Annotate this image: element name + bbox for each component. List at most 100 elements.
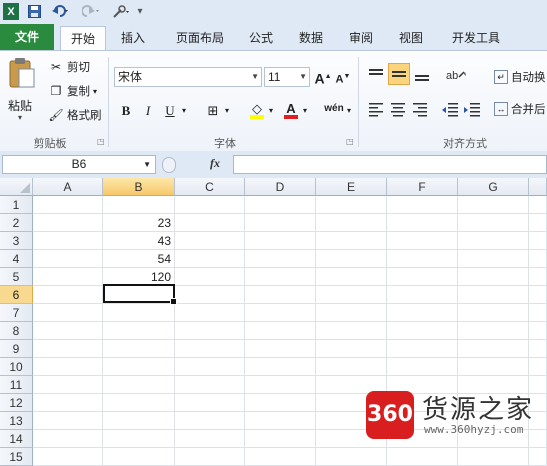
cell-f1[interactable]: [387, 196, 458, 214]
font-launcher-icon[interactable]: ◳: [346, 137, 354, 146]
cell-g2[interactable]: [458, 214, 529, 232]
cell-c13[interactable]: [175, 412, 245, 430]
row-header[interactable]: 6: [0, 286, 33, 304]
cell-a7[interactable]: [33, 304, 103, 322]
cell-d1[interactable]: [245, 196, 316, 214]
wrap-text-button[interactable]: ↵ 自动换: [494, 67, 546, 87]
cell-d6[interactable]: [245, 286, 316, 304]
bold-button[interactable]: B: [117, 101, 135, 121]
cell-e7[interactable]: [316, 304, 387, 322]
cell-a12[interactable]: [33, 394, 103, 412]
cell-f9[interactable]: [387, 340, 458, 358]
align-middle-button[interactable]: [388, 63, 410, 85]
cell-e5[interactable]: [316, 268, 387, 286]
tab-file[interactable]: 文件: [0, 24, 54, 50]
cell-c8[interactable]: [175, 322, 245, 340]
cell-b1[interactable]: [103, 196, 175, 214]
cell-g10[interactable]: [458, 358, 529, 376]
name-box[interactable]: B6 ▼: [2, 155, 156, 174]
fill-color-button[interactable]: ◇: [248, 99, 266, 119]
tab-review[interactable]: 审阅: [340, 26, 382, 50]
cell-c4[interactable]: [175, 250, 245, 268]
cell-g5[interactable]: [458, 268, 529, 286]
cell-e4[interactable]: [316, 250, 387, 268]
cell-d12[interactable]: [245, 394, 316, 412]
cell[interactable]: [529, 286, 547, 304]
fill-handle[interactable]: [170, 298, 177, 305]
cell-f7[interactable]: [387, 304, 458, 322]
chevron-down-icon[interactable]: ▾: [344, 101, 354, 121]
chevron-down-icon[interactable]: ▾: [222, 101, 232, 121]
align-left-button[interactable]: [366, 99, 386, 119]
cell-f6[interactable]: [387, 286, 458, 304]
font-name-select[interactable]: 宋体 ▼: [114, 67, 262, 87]
increase-indent-button[interactable]: [462, 99, 482, 119]
cell-e3[interactable]: [316, 232, 387, 250]
cell-a10[interactable]: [33, 358, 103, 376]
insert-function-button[interactable]: fx: [210, 156, 220, 171]
row-header[interactable]: 7: [0, 304, 33, 322]
row-header[interactable]: 15: [0, 448, 33, 466]
cell-c10[interactable]: [175, 358, 245, 376]
row-header[interactable]: 14: [0, 430, 33, 448]
cell-g3[interactable]: [458, 232, 529, 250]
cell-f3[interactable]: [387, 232, 458, 250]
cell-c2[interactable]: [175, 214, 245, 232]
tab-view[interactable]: 视图: [390, 26, 432, 50]
cell-a13[interactable]: [33, 412, 103, 430]
italic-button[interactable]: I: [139, 101, 157, 121]
cell-b13[interactable]: [103, 412, 175, 430]
tab-page-layout[interactable]: 页面布局: [164, 26, 236, 50]
font-size-select[interactable]: 11 ▼: [264, 67, 310, 87]
phonetic-button[interactable]: wén: [322, 99, 346, 119]
customize-icon[interactable]: [110, 3, 132, 20]
row-header[interactable]: 9: [0, 340, 33, 358]
cell[interactable]: [529, 322, 547, 340]
cell[interactable]: [529, 214, 547, 232]
cell-g7[interactable]: [458, 304, 529, 322]
cell-g1[interactable]: [458, 196, 529, 214]
cell[interactable]: [529, 340, 547, 358]
cell-b9[interactable]: [103, 340, 175, 358]
cell-a1[interactable]: [33, 196, 103, 214]
cell-c7[interactable]: [175, 304, 245, 322]
cell-b3[interactable]: 43: [103, 232, 175, 250]
cell-b4[interactable]: 54: [103, 250, 175, 268]
cell-b12[interactable]: [103, 394, 175, 412]
format-painter-button[interactable]: 🖌 格式刷: [48, 105, 101, 125]
cell-g8[interactable]: [458, 322, 529, 340]
cell-a14[interactable]: [33, 430, 103, 448]
cell-c1[interactable]: [175, 196, 245, 214]
cell-e10[interactable]: [316, 358, 387, 376]
cell-g9[interactable]: [458, 340, 529, 358]
cell-c3[interactable]: [175, 232, 245, 250]
chevron-down-icon[interactable]: ▾: [300, 101, 310, 121]
cell-e1[interactable]: [316, 196, 387, 214]
row-header[interactable]: 2: [0, 214, 33, 232]
column-header[interactable]: A: [33, 178, 103, 196]
tab-insert[interactable]: 插入: [112, 26, 154, 50]
cell-g4[interactable]: [458, 250, 529, 268]
row-header[interactable]: 10: [0, 358, 33, 376]
cell-d7[interactable]: [245, 304, 316, 322]
cell-d3[interactable]: [245, 232, 316, 250]
align-center-button[interactable]: [388, 99, 408, 119]
cell-f4[interactable]: [387, 250, 458, 268]
cell-c14[interactable]: [175, 430, 245, 448]
cell-e2[interactable]: [316, 214, 387, 232]
border-button[interactable]: ⊞: [204, 101, 222, 121]
tab-data[interactable]: 数据: [290, 26, 332, 50]
cell-a15[interactable]: [33, 448, 103, 466]
underline-button[interactable]: U: [161, 101, 179, 121]
cell-d14[interactable]: [245, 430, 316, 448]
cell-f10[interactable]: [387, 358, 458, 376]
cell-e9[interactable]: [316, 340, 387, 358]
cell[interactable]: [529, 196, 547, 214]
merge-center-button[interactable]: ↔ 合并后: [494, 99, 546, 119]
cell[interactable]: [529, 358, 547, 376]
cell[interactable]: [529, 448, 547, 466]
cell[interactable]: [529, 250, 547, 268]
chevron-down-icon[interactable]: ▾: [179, 101, 189, 121]
cell-a9[interactable]: [33, 340, 103, 358]
row-header[interactable]: 3: [0, 232, 33, 250]
